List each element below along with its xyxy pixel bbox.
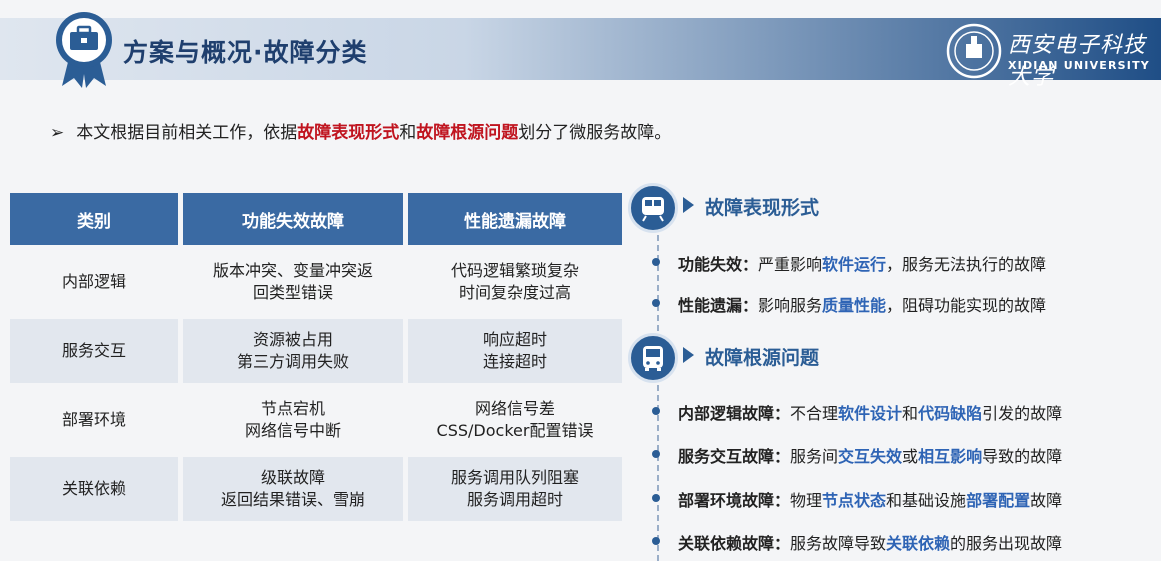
column-header-functional: 功能失效故障 — [183, 193, 403, 245]
bus-icon — [628, 333, 678, 383]
slide-header: 方案与概况·故障分类 西安电子科技大学 XIDIAN UNIVERSITY — [0, 0, 1161, 90]
briefcase-ribbon-icon — [56, 12, 112, 88]
university-seal-icon — [946, 23, 1002, 79]
functional-cell: 版本冲突、变量冲突返 回类型错误 — [183, 250, 403, 314]
university-name-en: XIDIAN UNIVERSITY — [1008, 59, 1150, 72]
list-item: 性能遗漏：影响服务质量性能，阻碍功能实现的故障 — [678, 296, 1047, 315]
functional-cell: 节点宕机 网络信号中断 — [183, 388, 403, 452]
timeline-dot — [652, 299, 660, 307]
timeline-dot — [652, 450, 660, 458]
list-item: 服务交互故障：服务间交互失效或相互影响导致的故障 — [678, 447, 1063, 466]
table-row: 内部逻辑 版本冲突、变量冲突返 回类型错误 代码逻辑繁琐复杂 时间复杂度过高 — [10, 250, 622, 314]
section-title-fault-form: 故障表现形式 — [705, 197, 820, 219]
table-row: 服务交互 资源被占用 第三方调用失败 响应超时 连接超时 — [10, 319, 622, 383]
column-header-performance: 性能遗漏故障 — [408, 193, 622, 245]
highlight-fault-root: 故障根源问题 — [416, 123, 519, 143]
table-header-row: 类别 功能失效故障 性能遗漏故障 — [10, 193, 622, 245]
section-arrow-icon — [683, 347, 694, 363]
fault-classification-table: 类别 功能失效故障 性能遗漏故障 内部逻辑 版本冲突、变量冲突返 回类型错误 代码… — [5, 188, 627, 526]
category-cell: 内部逻辑 — [10, 250, 178, 314]
table-row: 部署环境 节点宕机 网络信号中断 网络信号差 CSS/Docker配置错误 — [10, 388, 622, 452]
functional-cell: 级联故障 返回结果错误、雪崩 — [183, 457, 403, 521]
intro-text: ➢ 本文根据目前相关工作，依据故障表现形式和故障根源问题划分了微服务故障。 — [50, 123, 672, 143]
category-cell: 关联依赖 — [10, 457, 178, 521]
list-item: 功能失效：严重影响软件运行，服务无法执行的故障 — [678, 255, 1047, 274]
train-icon — [628, 183, 678, 233]
column-header-category: 类别 — [10, 193, 178, 245]
bullet-arrow-icon: ➢ — [50, 123, 65, 143]
timeline-dot — [652, 407, 660, 415]
page-title: 方案与概况·故障分类 — [123, 38, 368, 67]
highlight-fault-form: 故障表现形式 — [297, 123, 400, 143]
performance-cell: 代码逻辑繁琐复杂 时间复杂度过高 — [408, 250, 622, 314]
timeline-line — [657, 215, 659, 561]
performance-cell: 响应超时 连接超时 — [408, 319, 622, 383]
list-item: 内部逻辑故障：不合理软件设计和代码缺陷引发的故障 — [678, 404, 1063, 423]
performance-cell: 服务调用队列阻塞 服务调用超时 — [408, 457, 622, 521]
functional-cell: 资源被占用 第三方调用失败 — [183, 319, 403, 383]
section-arrow-icon — [683, 197, 694, 213]
category-cell: 部署环境 — [10, 388, 178, 452]
table-row: 关联依赖 级联故障 返回结果错误、雪崩 服务调用队列阻塞 服务调用超时 — [10, 457, 622, 521]
timeline-dot — [652, 258, 660, 266]
list-item: 关联依赖故障：服务故障导致关联依赖的服务出现故障 — [678, 534, 1063, 553]
section-title-fault-root: 故障根源问题 — [705, 347, 820, 369]
category-cell: 服务交互 — [10, 319, 178, 383]
performance-cell: 网络信号差 CSS/Docker配置错误 — [408, 388, 622, 452]
timeline-dot — [652, 494, 660, 502]
timeline-dot — [652, 537, 660, 545]
list-item: 部署环境故障：物理节点状态和基础设施部署配置故障 — [678, 491, 1063, 510]
